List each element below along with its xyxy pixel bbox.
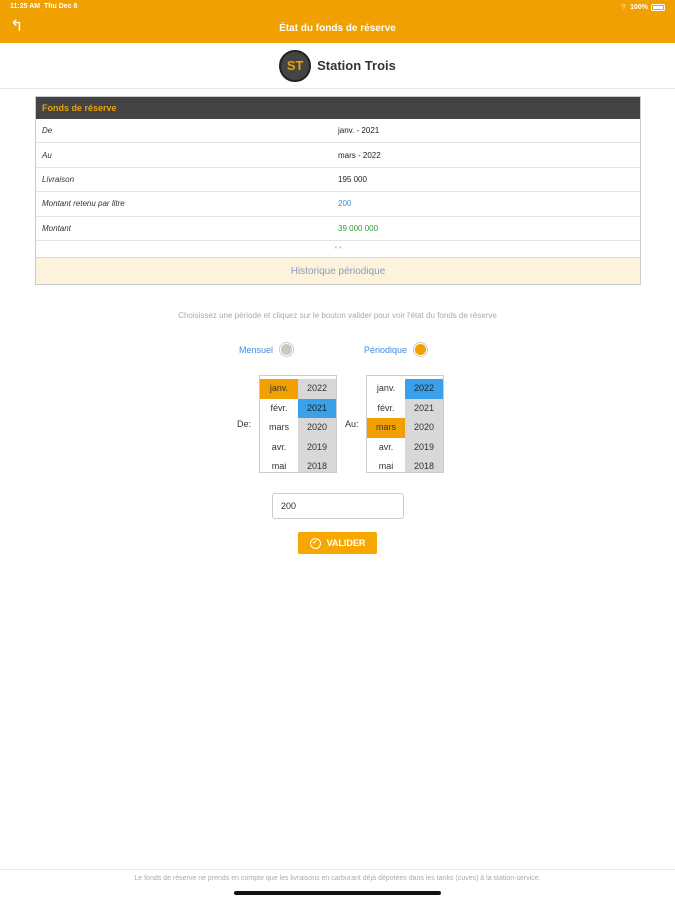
month-option[interactable]: avr. xyxy=(260,438,298,458)
row-value: 195 000 xyxy=(338,174,367,184)
from-label: De: xyxy=(237,419,252,429)
month-option[interactable]: mai xyxy=(260,457,298,472)
year-option[interactable]: 2022 xyxy=(298,379,336,399)
row-label: Montant retenu par litre xyxy=(42,199,125,209)
year-option[interactable]: 2021 xyxy=(405,398,443,418)
validate-label: VALIDER xyxy=(326,538,366,548)
wifi-icon: ⌔ xyxy=(620,4,628,11)
month-option[interactable]: avr. xyxy=(367,438,405,458)
home-indicator xyxy=(234,891,441,895)
station-name: Station Trois xyxy=(317,58,396,73)
year-option[interactable]: 2020 xyxy=(405,418,443,438)
month-option[interactable]: mars xyxy=(260,418,298,438)
radio-icon[interactable] xyxy=(413,342,429,357)
status-date: Thu Dec 8 xyxy=(43,3,78,10)
month-option[interactable]: janv. xyxy=(260,379,298,399)
periodic-radio[interactable]: Périodique xyxy=(364,342,429,357)
table-row: Montant 39 000 000 xyxy=(36,217,640,241)
instruction-text: Choisissez une période et cliquez sur le… xyxy=(178,311,497,320)
card-title: Fonds de réserve xyxy=(36,97,640,119)
row-label: Livraison xyxy=(42,174,75,184)
year-option[interactable]: 2019 xyxy=(405,437,443,457)
year-option[interactable]: 2021 xyxy=(298,398,336,418)
year-option[interactable]: 2020 xyxy=(298,418,336,438)
to-picker[interactable]: janv. févr. mars avr. mai 2022 2021 2020… xyxy=(366,375,444,473)
month-column[interactable]: janv. févr. mars avr. mai xyxy=(260,376,298,472)
radio-dot xyxy=(415,344,427,355)
table-row: Au mars - 2022 xyxy=(36,143,640,168)
table-row: Montant retenu par litre 200 xyxy=(36,192,640,217)
monthly-radio[interactable]: Mensuel xyxy=(239,342,295,357)
page-title: État du fonds de réserve xyxy=(279,23,396,34)
radio-dot xyxy=(281,344,293,355)
battery-icon xyxy=(651,4,665,11)
monthly-label: Mensuel xyxy=(239,344,274,355)
amount-input[interactable] xyxy=(272,493,404,519)
row-value: mars - 2022 xyxy=(338,150,381,160)
month-option[interactable]: mars xyxy=(367,418,405,438)
month-column[interactable]: janv. févr. mars avr. mai xyxy=(367,376,405,472)
brand-bar: ST Station Trois xyxy=(0,43,675,89)
status-right: ⌔ 100% xyxy=(620,3,665,12)
row-label: Montant xyxy=(42,223,71,233)
page-dots: • • xyxy=(334,244,342,252)
check-circle-icon: ✓ xyxy=(309,537,321,549)
status-time-text: 11:25 AM xyxy=(10,3,41,10)
status-bar: 11:25 AM Thu Dec 8 ⌔ 100% xyxy=(10,3,665,13)
year-column[interactable]: 2022 2021 2020 2019 2018 xyxy=(405,376,443,472)
footer-note: Le fonds de réserve ne prends en compte … xyxy=(0,869,675,882)
row-label: De xyxy=(42,126,53,136)
app-header: 11:25 AM Thu Dec 8 ⌔ 100% ↰ État du fond… xyxy=(0,0,675,43)
month-option[interactable]: mai xyxy=(367,457,405,472)
row-value: janv. - 2021 xyxy=(338,126,380,136)
radio-icon[interactable] xyxy=(279,342,295,357)
from-picker[interactable]: janv. févr. mars avr. mai 2022 2021 2020… xyxy=(259,375,337,473)
year-option[interactable]: 2018 xyxy=(298,457,336,472)
periodic-label: Périodique xyxy=(364,344,408,355)
reserve-fund-card: Fonds de réserve De janv. - 2021 Au mars… xyxy=(35,96,641,285)
year-option[interactable]: 2018 xyxy=(405,457,443,472)
table-row: De janv. - 2021 xyxy=(36,119,640,144)
row-value: 200 xyxy=(338,199,352,209)
station-logo: ST xyxy=(279,49,312,82)
month-option[interactable]: févr. xyxy=(367,399,405,419)
validate-button[interactable]: ✓ VALIDER xyxy=(298,532,377,554)
status-time: 11:25 AM Thu Dec 8 xyxy=(10,3,77,10)
row-value: 39 000 000 xyxy=(338,223,379,233)
year-column[interactable]: 2022 2021 2020 2019 2018 xyxy=(298,376,336,472)
month-option[interactable]: janv. xyxy=(367,379,405,399)
year-option[interactable]: 2022 xyxy=(405,379,443,399)
month-option[interactable]: févr. xyxy=(260,399,298,419)
table-row: Livraison 195 000 xyxy=(36,168,640,193)
row-label: Au xyxy=(42,150,52,160)
year-option[interactable]: 2019 xyxy=(298,437,336,457)
battery-percent: 100% xyxy=(630,4,648,11)
history-button[interactable]: Historique périodique xyxy=(36,256,640,284)
to-label: Au: xyxy=(345,419,359,429)
